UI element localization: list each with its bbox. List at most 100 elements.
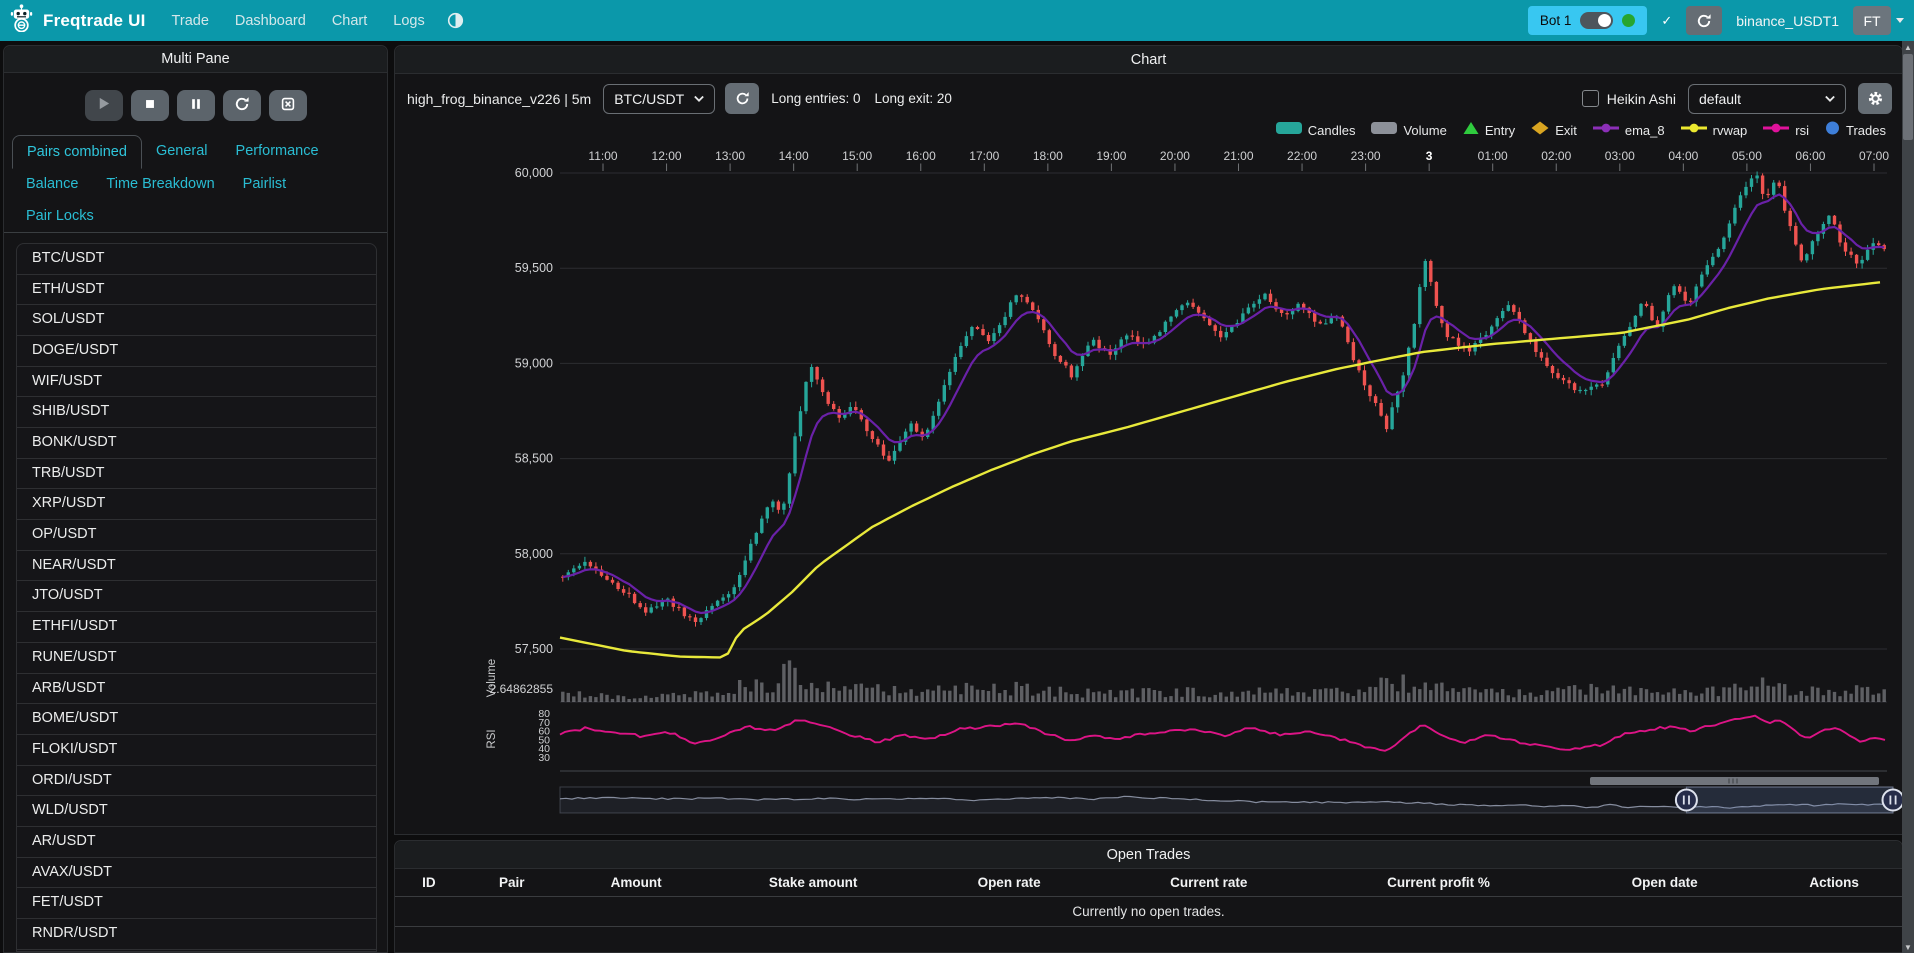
tab-general[interactable]: General — [142, 135, 222, 168]
pair-list-item[interactable]: DOT/USDT — [17, 950, 376, 952]
pair-list-item[interactable]: XRP/USDT — [17, 489, 376, 520]
legend-item-trades[interactable]: Trades — [1825, 121, 1886, 140]
pair-list-item[interactable]: FET/USDT — [17, 888, 376, 919]
refresh-chart-button[interactable] — [725, 83, 759, 114]
column-header-id[interactable]: ID — [395, 875, 463, 890]
legend-marker-icon — [1593, 121, 1619, 140]
column-header-open-date[interactable]: Open date — [1563, 875, 1766, 890]
legend-item-rvwap[interactable]: rvwap — [1681, 121, 1748, 140]
scroll-up-arrow-icon[interactable]: ▲ — [1902, 41, 1914, 53]
nav-link-logs[interactable]: Logs — [393, 13, 424, 29]
datazoom-right-handle — [1883, 790, 1903, 811]
plot-settings-button[interactable] — [1858, 83, 1892, 114]
datazoom-left-handle — [1676, 790, 1697, 811]
theme-toggle-icon[interactable] — [447, 12, 464, 29]
pair-list-item[interactable]: ETH/USDT — [17, 275, 376, 306]
pair-list-item[interactable]: BTC/USDT — [17, 244, 376, 275]
refresh-bot-button[interactable] — [223, 90, 261, 121]
chevron-down-icon — [1825, 94, 1835, 104]
pair-list-item[interactable]: ETHFI/USDT — [17, 612, 376, 643]
heikin-ashi-checkbox[interactable] — [1582, 90, 1599, 107]
svg-text:58,000: 58,000 — [515, 547, 553, 561]
legend-item-exit[interactable]: Exit — [1531, 121, 1577, 140]
pair-list-item[interactable]: BONK/USDT — [17, 428, 376, 459]
legend-item-ema_8[interactable]: ema_8 — [1593, 121, 1665, 140]
legend-item-candles[interactable]: Candles — [1276, 121, 1356, 140]
svg-text:22:00: 22:00 — [1287, 149, 1317, 163]
column-header-actions[interactable]: Actions — [1766, 875, 1902, 890]
top-navbar: Freqtrade UI Trade Dashboard Chart Logs Bot… — [0, 0, 1914, 41]
legend-item-entry[interactable]: Entry — [1463, 121, 1515, 140]
legend-item-rsi[interactable]: rsi — [1763, 121, 1809, 140]
rvwap-line — [560, 282, 1880, 657]
reload-bot-button[interactable] — [1686, 6, 1722, 35]
tab-pairs-combined[interactable]: Pairs combined — [12, 135, 142, 169]
legend-marker-icon — [1463, 121, 1479, 140]
candlestick-chart-svg: 60,00059,50059,00058,50058,00057,50011:0… — [395, 142, 1902, 818]
plot-config-select[interactable]: default — [1688, 84, 1846, 114]
chart-scrollbar-thumb — [1590, 777, 1879, 785]
strategy-label: high_frog_binance_v226 | 5m — [407, 91, 591, 107]
open-trades-header-row: IDPairAmountStake amountOpen rateCurrent… — [395, 869, 1902, 897]
bot-name: Bot 1 — [1540, 13, 1572, 28]
pair-list-item[interactable]: NEAR/USDT — [17, 551, 376, 582]
column-header-amount[interactable]: Amount — [561, 875, 712, 890]
pair-list-item[interactable]: BOME/USDT — [17, 704, 376, 735]
column-header-current-rate[interactable]: Current rate — [1103, 875, 1314, 890]
pair-list-item[interactable]: RNDR/USDT — [17, 919, 376, 950]
tab-time-breakdown[interactable]: Time Breakdown — [92, 168, 228, 200]
column-header-current-profit-pct[interactable]: Current profit % — [1314, 875, 1563, 890]
stop-bot-button[interactable] — [131, 90, 169, 121]
pair-list-item[interactable]: SOL/USDT — [17, 305, 376, 336]
pair-list-item[interactable]: TRB/USDT — [17, 459, 376, 490]
volume-pane-label: Volume — [486, 659, 498, 697]
pair-select[interactable]: BTC/USDT — [603, 84, 715, 114]
tab-pairlist[interactable]: Pairlist — [229, 168, 301, 200]
legend-marker-icon — [1371, 121, 1397, 140]
nav-link-dashboard[interactable]: Dashboard — [235, 13, 306, 29]
svg-text:03:00: 03:00 — [1605, 149, 1635, 163]
svg-text:21:00: 21:00 — [1223, 149, 1253, 163]
legend-item-volume[interactable]: Volume — [1371, 121, 1446, 140]
column-header-open-rate[interactable]: Open rate — [915, 875, 1103, 890]
pair-list-item[interactable]: ORDI/USDT — [17, 766, 376, 797]
bot-run-toggle[interactable] — [1580, 12, 1613, 29]
scroll-down-arrow-icon[interactable]: ▼ — [1902, 941, 1914, 953]
pair-list-item[interactable]: ARB/USDT — [17, 674, 376, 705]
user-menu[interactable]: FT — [1853, 6, 1904, 35]
tab-pair-locks[interactable]: Pair Locks — [12, 200, 108, 232]
avatar[interactable]: FT — [1853, 6, 1891, 35]
column-header-pair[interactable]: Pair — [463, 875, 561, 890]
pair-list-item[interactable]: OP/USDT — [17, 520, 376, 551]
column-header-stake-amount[interactable]: Stake amount — [711, 875, 914, 890]
page-scrollbar[interactable]: ▲ ▼ — [1902, 41, 1914, 953]
pause-bot-button[interactable] — [177, 90, 215, 121]
brand-title: Freqtrade UI — [43, 11, 146, 31]
nav-link-trade[interactable]: Trade — [172, 13, 209, 29]
multi-pane-sidebar: Multi Pane Pairs combinedGeneralPerforma… — [3, 45, 388, 953]
discard-bot-button[interactable] — [269, 90, 307, 121]
pair-list-item[interactable]: JTO/USDT — [17, 581, 376, 612]
pair-list-item[interactable]: DOGE/USDT — [17, 336, 376, 367]
bot-selector[interactable]: Bot 1 — [1528, 6, 1648, 35]
brand[interactable]: Freqtrade UI — [10, 4, 146, 37]
scrollbar-thumb[interactable] — [1903, 54, 1913, 140]
svg-text:20:00: 20:00 — [1160, 149, 1190, 163]
tab-performance[interactable]: Performance — [222, 135, 333, 168]
pair-list-item[interactable]: SHIB/USDT — [17, 397, 376, 428]
pair-list-item[interactable]: WIF/USDT — [17, 367, 376, 398]
account-name: binance_USDT1 — [1736, 13, 1839, 29]
nav-link-chart[interactable]: Chart — [332, 13, 367, 29]
play-bot-button[interactable] — [85, 90, 123, 121]
pair-list-item[interactable]: AR/USDT — [17, 827, 376, 858]
pair-list-item[interactable]: RUNE/USDT — [17, 643, 376, 674]
pair-list-item[interactable]: FLOKI/USDT — [17, 735, 376, 766]
svg-text:15:00: 15:00 — [842, 149, 872, 163]
pair-list-item[interactable]: AVAX/USDT — [17, 858, 376, 889]
svg-text:17:00: 17:00 — [969, 149, 999, 163]
chart-legend: Candles Volume Entry Exit ema_8 rvwap rs… — [395, 116, 1902, 140]
price-chart[interactable]: 60,00059,50059,00058,50058,00057,50011:0… — [395, 142, 1902, 823]
tab-balance[interactable]: Balance — [12, 168, 92, 200]
pair-list-item[interactable]: WLD/USDT — [17, 796, 376, 827]
svg-text:59,000: 59,000 — [515, 356, 553, 370]
